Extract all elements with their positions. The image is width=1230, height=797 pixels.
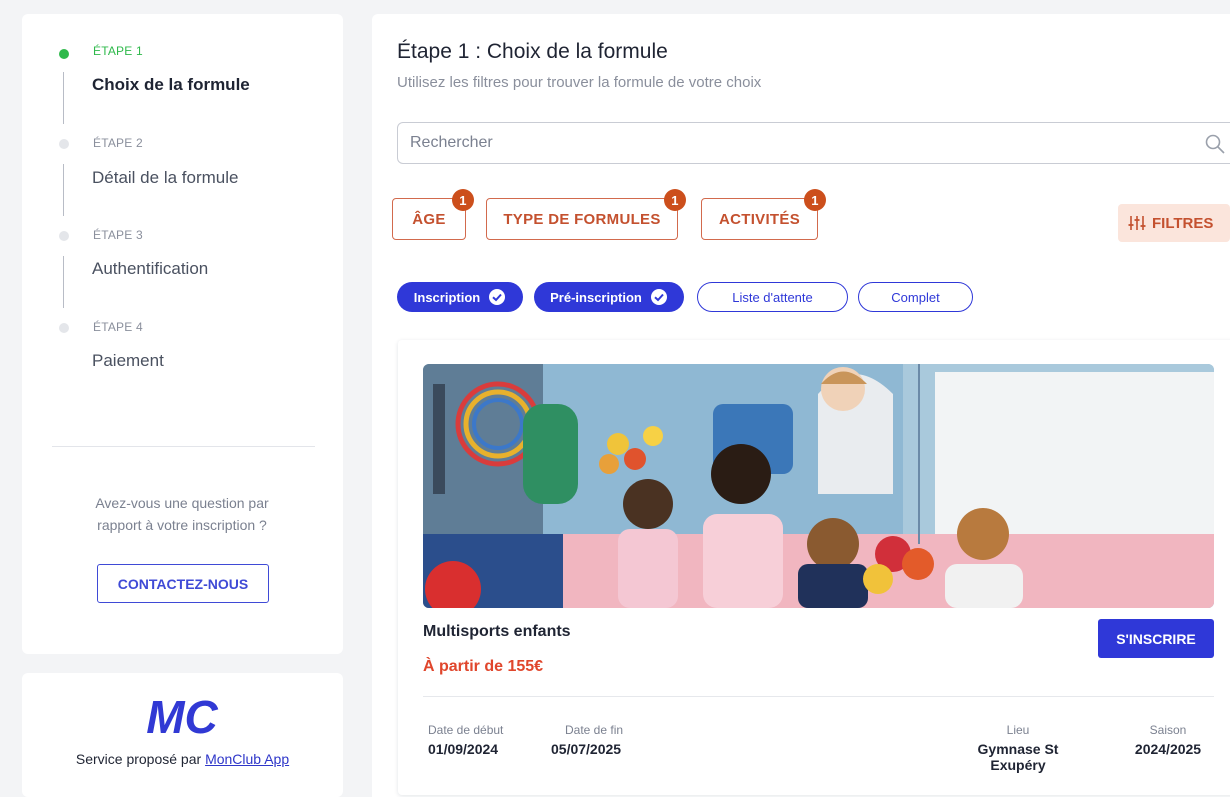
filter-activities-button[interactable]: ACTIVITÉS 1 xyxy=(701,189,826,240)
step-title: Paiement xyxy=(92,351,164,370)
step-title: Choix de la formule xyxy=(92,75,250,94)
service-prefix: Service proposé par xyxy=(75,751,202,767)
step-dot xyxy=(59,231,69,241)
step-title: Authentification xyxy=(92,259,209,278)
step-connector xyxy=(63,72,64,124)
place-value: Gymnase St Exupéry xyxy=(977,741,1059,773)
check-circle-icon xyxy=(489,289,506,305)
chip-label: Inscription xyxy=(413,289,481,305)
start-date: Date de début 01/09/2024 xyxy=(428,723,503,757)
divider xyxy=(52,446,315,447)
end-date: Date de fin 05/07/2025 xyxy=(551,723,623,757)
season-value: 2024/2025 xyxy=(1134,741,1202,757)
filter-count-badge: 1 xyxy=(804,189,826,211)
formula-price: À partir de 155€ xyxy=(423,658,544,675)
season-label: Saison xyxy=(1149,723,1187,737)
brand-panel: MC Service proposé par MonClub App xyxy=(22,673,343,797)
check-circle-icon xyxy=(650,289,667,305)
start-date-label: Date de début xyxy=(428,723,504,737)
filter-label: ÂGE xyxy=(412,210,446,228)
help-question: Avez-vous une question par rapport à vot… xyxy=(95,495,269,533)
card-divider xyxy=(423,696,1214,697)
chip-inscription[interactable]: Inscription xyxy=(397,282,523,312)
filters-button[interactable]: FILTRES xyxy=(1118,204,1230,242)
step-connector xyxy=(63,164,64,216)
filter-label: TYPE DE FORMULES xyxy=(503,210,661,228)
page-subtitle: Utilisez les filtres pour trouver la for… xyxy=(397,74,762,91)
formula-card[interactable]: Multisports enfants À partir de 155€ S'I… xyxy=(398,340,1230,795)
step-dot xyxy=(59,323,69,333)
filter-age-button[interactable]: ÂGE 1 xyxy=(392,189,474,240)
chip-label: Complet xyxy=(891,289,940,305)
search-icon[interactable] xyxy=(1204,133,1226,155)
monclub-logo: MC xyxy=(146,695,218,737)
filters-label: FILTRES xyxy=(1152,214,1214,232)
chip-waiting-list[interactable]: Liste d'attente xyxy=(697,282,848,312)
chip-label: Liste d'attente xyxy=(732,289,813,305)
end-date-label: Date de fin xyxy=(565,723,624,737)
search-input[interactable] xyxy=(398,123,1178,163)
step-dot-active xyxy=(59,49,69,59)
filter-count-badge: 1 xyxy=(664,189,686,211)
filter-count-badge: 1 xyxy=(452,189,474,211)
main-panel: Étape 1 : Choix de la formule Utilisez l… xyxy=(372,14,1230,797)
monclub-link[interactable]: MonClub App xyxy=(205,751,289,767)
place-label: Lieu xyxy=(1006,723,1030,737)
formula-title: Multisports enfants xyxy=(423,623,571,640)
contact-button[interactable]: CONTACTEZ-NOUS xyxy=(97,564,269,603)
chip-pre-inscription[interactable]: Pré-inscription xyxy=(534,282,684,312)
stepper-panel: ÉTAPE 1 Choix de la formule ÉTAPE 2 Déta… xyxy=(22,14,343,654)
filter-label: ACTIVITÉS xyxy=(718,210,801,228)
season: Saison 2024/2025 xyxy=(1128,723,1208,757)
step-kicker: ÉTAPE 3 xyxy=(93,228,143,242)
end-date-value: 05/07/2025 xyxy=(551,741,622,757)
page-title: Étape 1 : Choix de la formule xyxy=(397,40,668,63)
chip-complet[interactable]: Complet xyxy=(858,282,973,312)
step-kicker: ÉTAPE 2 xyxy=(93,136,143,150)
step-connector xyxy=(63,256,64,308)
place: Lieu Gymnase St Exupéry xyxy=(948,723,1088,773)
chip-label: Pré-inscription xyxy=(550,289,642,305)
filter-type-button[interactable]: TYPE DE FORMULES 1 xyxy=(486,189,686,240)
formula-image xyxy=(423,364,1214,608)
svg-text:MC: MC xyxy=(146,695,218,737)
step-kicker: ÉTAPE 1 xyxy=(93,44,143,58)
search-box[interactable] xyxy=(397,122,1230,164)
kids-gym-illustration xyxy=(423,364,1214,608)
start-date-value: 01/09/2024 xyxy=(428,741,499,757)
step-dot xyxy=(59,139,69,149)
step-title: Détail de la formule xyxy=(92,168,239,187)
service-text: Service proposé par MonClub App xyxy=(22,751,343,767)
sliders-icon xyxy=(1128,216,1146,230)
signup-button[interactable]: S'INSCRIRE xyxy=(1098,619,1214,658)
step-kicker: ÉTAPE 4 xyxy=(93,320,143,334)
